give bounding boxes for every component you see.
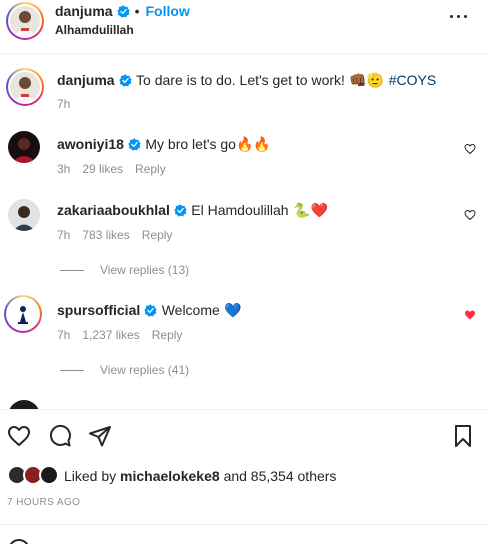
header-avatar-ring[interactable] — [6, 2, 44, 40]
comment-meta: 7h 783 likes Reply — [57, 228, 184, 242]
verified-badge-icon — [144, 304, 157, 317]
reply-button[interactable]: Reply — [135, 162, 166, 176]
comment-time: 7h — [57, 328, 71, 342]
view-replies-button[interactable]: View replies (41) — [60, 363, 189, 377]
caption-hashtag[interactable]: #COYS — [389, 72, 436, 88]
post-time-ago[interactable]: 7 HOURS AGO — [7, 497, 80, 508]
avatar — [10, 72, 40, 102]
comment-likes[interactable]: 29 likes — [82, 162, 123, 176]
comment-avatar-ring[interactable] — [4, 295, 42, 333]
liked-by-avatars[interactable] — [7, 465, 63, 485]
reply-button[interactable]: Reply — [152, 328, 183, 342]
comment: awoniyi18 My bro let's go🔥🔥 — [57, 136, 271, 154]
comment-time: 3h — [57, 162, 71, 176]
comment-meta: 7h 1,237 likes Reply — [57, 328, 194, 342]
emoji-icon[interactable] — [8, 539, 30, 544]
comment-username[interactable]: zakariaaboukhlal — [57, 202, 170, 218]
comment-bubble-icon[interactable] — [48, 424, 72, 448]
heart-outline-icon[interactable] — [7, 424, 31, 448]
verified-badge-icon — [128, 138, 141, 151]
view-replies-button[interactable]: View replies (13) — [60, 263, 189, 277]
avatar — [39, 465, 59, 485]
heart-outline-icon[interactable] — [464, 143, 476, 155]
caption-time: 7h — [57, 97, 71, 111]
caption-avatar-ring[interactable] — [6, 68, 44, 106]
liked-by-prefix: Liked by — [64, 468, 117, 484]
avatar[interactable] — [8, 199, 40, 231]
paper-plane-icon[interactable] — [88, 424, 112, 448]
header-username[interactable]: danjuma — [55, 3, 113, 19]
header-separator: • — [134, 3, 140, 19]
heart-outline-icon[interactable] — [464, 209, 476, 221]
post-header: danjuma • Follow Alhamdulillah — [0, 0, 490, 54]
avatar — [10, 6, 40, 36]
comment-likes[interactable]: 783 likes — [82, 228, 129, 242]
verified-badge-icon — [118, 74, 132, 87]
header-subtitle[interactable]: Alhamdulillah — [55, 23, 134, 37]
reply-button[interactable]: Reply — [142, 228, 173, 242]
avatar[interactable] — [8, 131, 40, 163]
liked-by-others[interactable]: and 85,354 others — [224, 468, 337, 484]
comment-emojis: 🐍❤️ — [293, 202, 328, 218]
avatar — [8, 299, 38, 329]
caption-text: To dare is to do. Let's get to work! — [136, 72, 345, 88]
comment-text: My bro let's go — [145, 136, 236, 152]
bookmark-icon[interactable] — [451, 424, 475, 448]
clipped-comment — [8, 400, 490, 409]
comment-text: Welcome — [161, 302, 220, 318]
comment-username[interactable]: awoniyi18 — [57, 136, 124, 152]
heart-filled-icon[interactable] — [464, 309, 476, 321]
comment-emojis: 🔥🔥 — [235, 136, 271, 152]
caption: danjuma To dare is to do. Let's get to w… — [57, 72, 436, 90]
comment: zakariaaboukhlal El Hamdoulillah 🐍❤️ — [57, 202, 328, 220]
comment-time: 7h — [57, 228, 71, 242]
caption-username[interactable]: danjuma — [57, 72, 115, 88]
caption-emojis: 👊🏾🫡 — [349, 72, 385, 88]
liked-by: Liked by michaelokeke8 and 85,354 others — [64, 468, 336, 484]
follow-button[interactable]: Follow — [145, 3, 189, 19]
replies-divider — [60, 270, 84, 272]
comment-meta: 3h 29 likes Reply — [57, 162, 178, 176]
replies-divider — [60, 370, 84, 372]
verified-badge-icon — [174, 204, 187, 217]
add-comment-bar — [0, 524, 490, 544]
view-replies-label: View replies (41) — [100, 363, 190, 377]
liked-by-user[interactable]: michaelokeke8 — [120, 468, 220, 484]
comment: spursofficial Welcome 💙 — [57, 302, 242, 320]
comment-text: El Hamdoulillah — [191, 202, 289, 218]
comment-likes[interactable]: 1,237 likes — [82, 328, 139, 342]
more-horizontal-icon[interactable] — [450, 12, 470, 22]
comment-emojis: 💙 — [224, 302, 242, 318]
verified-badge-icon — [116, 5, 130, 18]
view-replies-label: View replies (13) — [100, 263, 190, 277]
comment-username[interactable]: spursofficial — [57, 302, 140, 318]
